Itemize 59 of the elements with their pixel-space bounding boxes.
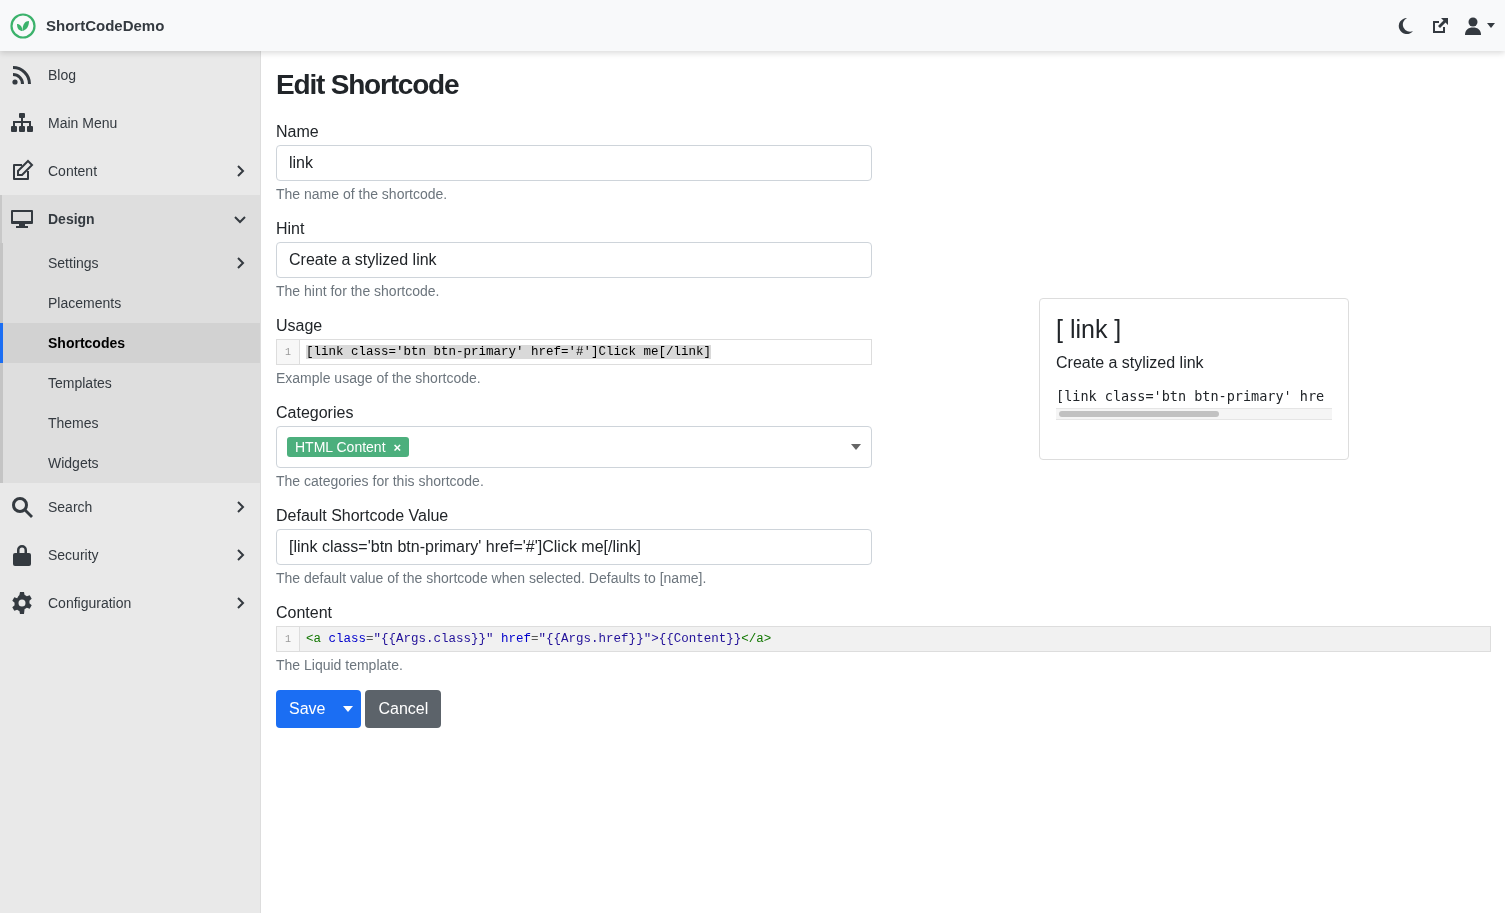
horizontal-scrollbar[interactable] [1056,408,1332,420]
sidebar-item[interactable]: Configuration [0,579,260,627]
text-input[interactable]: link [276,145,872,181]
sidebar-item[interactable]: Main Menu [0,99,260,147]
field-label: Categories [276,404,355,422]
field-hint: The name of the shortcode. [276,186,449,202]
line-number: 1 [277,627,300,651]
field-label: Default Shortcode Value [276,507,450,525]
chevron-right-icon [234,597,246,609]
field-label: Usage [276,317,324,335]
chevron-right-icon [234,165,246,177]
sidebar-subitem[interactable]: Templates [3,363,260,403]
cancel-button[interactable]: Cancel [365,690,442,728]
sidebar-subitem[interactable]: Widgets [3,443,260,483]
category-tag: HTML Content × [287,437,410,457]
external-link-icon[interactable] [1431,16,1449,35]
code-editor[interactable]: 1 <a class="{{Args.class}}" href="{{Args.href}}">{{Content}}</a> [276,626,1491,652]
field-hint: The Liquid template. [276,657,404,673]
chevron-right-icon [234,549,246,561]
text-input[interactable]: [link class='btn btn-primary' href='#']Click me[/link] [276,529,872,565]
app-title: ShortCodeDemo [46,17,165,34]
search-icon [10,495,34,519]
edit-icon [10,159,34,183]
sidebar-subitem[interactable]: Themes [3,403,260,443]
field-label: Content [276,604,334,622]
save-button[interactable]: Save [276,690,362,728]
sidebar-item[interactable]: Content [0,147,260,195]
field-hint: The hint for the shortcode. [276,283,441,299]
user-menu-icon[interactable] [1465,16,1495,35]
sidebar-subitem[interactable]: Shortcodes [0,323,260,363]
sidebar-item[interactable]: Design [0,195,260,243]
preview-usage: [link class='btn btn-primary' hre [1056,388,1326,404]
sidebar-subitem[interactable]: Placements [3,283,260,323]
chevron-right-icon [234,501,246,513]
field-label: Hint [276,220,306,238]
field-hint: The default value of the shortcode when selected. Defaults to [name]. [276,570,708,586]
sidebar-item[interactable]: Blog [0,51,260,99]
monitor-icon [10,207,34,231]
field-label: Name [276,123,320,141]
sidebar-item[interactable]: Security [0,531,260,579]
text-input[interactable]: Create a stylized link [276,242,872,278]
rss-icon [10,63,34,87]
code-editor[interactable]: 1 [link class='btn btn-primary' href='#']Click me[/link] [276,339,872,365]
chevron-right-icon [234,257,246,269]
dropdown-caret-icon [851,444,861,450]
settings-icon [10,591,34,615]
sitemap-icon [10,111,34,135]
leaf-logo-icon [10,12,36,39]
sidebar-subitem[interactable]: Settings [3,243,260,283]
chevron-down-icon [234,213,246,225]
lock-icon [10,543,34,567]
line-number: 1 [277,340,300,364]
caret-icon [343,706,354,712]
preview-title: [ link ] [1056,315,1123,344]
page-title: Edit Shortcode [276,69,460,101]
sidebar-item[interactable]: Search [0,483,260,531]
field-hint: Example usage of the shortcode. [276,370,482,386]
field-hint: The categories for this shortcode. [276,473,485,489]
preview-hint: Create a stylized link [1056,354,1205,372]
